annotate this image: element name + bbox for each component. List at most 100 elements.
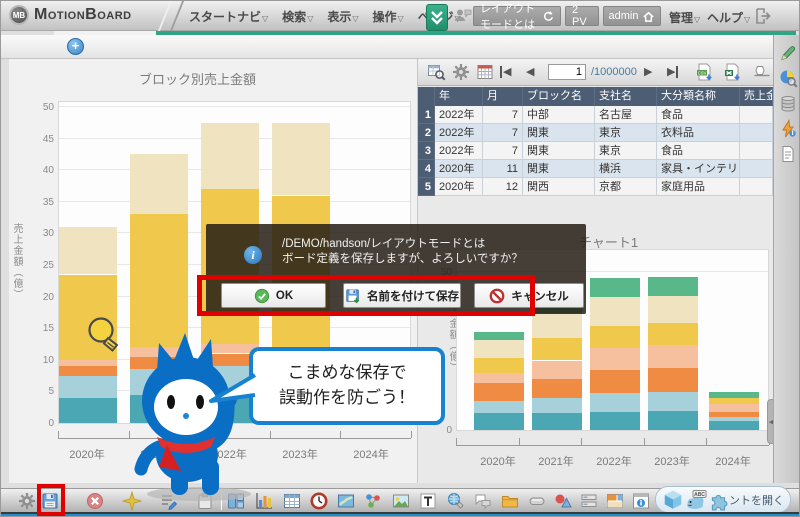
- menu-item-4[interactable]: 操作▽: [373, 8, 404, 25]
- bar-2024年-segment-2: [709, 417, 759, 421]
- bar-2021年-segment-5: [532, 338, 582, 360]
- admin-menu[interactable]: 管理▽: [669, 9, 700, 26]
- x-tick-label: 2020年: [473, 453, 523, 469]
- lightning-icon[interactable]: [778, 119, 798, 139]
- cell: 11: [483, 160, 523, 178]
- bar-2024年-segment-1: [709, 421, 759, 430]
- assistant-button[interactable]: ABC ントを開く: [655, 486, 791, 513]
- column-header-3: ブロック名: [523, 87, 595, 106]
- puzzle-icon: [708, 489, 730, 511]
- home-icon: [642, 10, 655, 23]
- y-tick-label: 15: [32, 323, 54, 334]
- bar-2021年-segment-6: [130, 154, 188, 214]
- prev-page-button[interactable]: ◀: [526, 65, 534, 79]
- bar-2020年-segment-1: [474, 413, 524, 430]
- gear-icon[interactable]: [451, 62, 471, 82]
- cell: 12: [483, 178, 523, 196]
- motionboard-window: MB MotionBoard スタートナビ▽検索▽表示▽操作▽ページ▽ レイアウ…: [0, 0, 800, 517]
- next-page-button[interactable]: ▶: [644, 65, 652, 79]
- assistant-label: ントを開く: [729, 492, 784, 508]
- panel-icon[interactable]: [605, 491, 625, 511]
- mb-logo-icon: MB: [9, 5, 29, 25]
- logout-icon[interactable]: [753, 6, 773, 26]
- menu-item-3[interactable]: 表示▽: [327, 8, 358, 25]
- column-header-2: 月: [483, 87, 523, 106]
- expand-toolbar-button[interactable]: [426, 4, 448, 31]
- folder-icon[interactable]: [500, 491, 520, 511]
- abc-cloud-icon: ABC: [684, 489, 708, 511]
- column-header-4: 支社名: [595, 87, 657, 106]
- clock-icon[interactable]: [309, 491, 329, 511]
- bar-2022年-segment-6: [201, 123, 259, 189]
- header-divider: [156, 0, 185, 35]
- menu-item-2[interactable]: 検索▽: [282, 8, 313, 25]
- gear-icon[interactable]: [17, 491, 37, 511]
- column-header-5: 大分類名称: [657, 87, 740, 106]
- x-tick-label: 2022年: [589, 453, 639, 469]
- cell: [740, 160, 773, 178]
- text-icon[interactable]: [418, 491, 438, 511]
- bar-2023年-segment-4: [648, 345, 698, 369]
- table-row-2[interactable]: 22022年7関東東京衣料品: [418, 124, 773, 142]
- comments-icon[interactable]: [473, 491, 493, 511]
- last-page-button[interactable]: ▶: [667, 65, 678, 79]
- document-icon[interactable]: [778, 144, 798, 164]
- table-row-1[interactable]: 12022年7中部名古屋食品: [418, 106, 773, 124]
- x-axis-tick: [340, 431, 341, 438]
- highlight-box-save-icon: [37, 484, 65, 516]
- database-icon[interactable]: [778, 94, 798, 114]
- link-icon[interactable]: [446, 491, 466, 511]
- cell: 関西: [523, 178, 595, 196]
- column-header-1: 年: [435, 87, 483, 106]
- page-number-input[interactable]: [548, 64, 586, 80]
- button-icon[interactable]: [527, 491, 547, 511]
- bar-2020年-segment-6: [59, 227, 117, 274]
- add-page-button[interactable]: +: [67, 38, 84, 55]
- page-tab-bar: +: [1, 35, 800, 59]
- table-row-3[interactable]: 32022年7関東東京食品: [418, 142, 773, 160]
- y-tick-label: 0: [430, 425, 452, 436]
- excel-icon[interactable]: [722, 62, 742, 82]
- cell: 7: [483, 106, 523, 124]
- bar-2021年-segment-4: [532, 361, 582, 380]
- image-icon[interactable]: [391, 491, 411, 511]
- cell: 2022年: [435, 124, 483, 142]
- pie-search-icon[interactable]: [778, 68, 798, 88]
- bar-2022年-segment-5: [590, 326, 640, 348]
- help-menu[interactable]: ヘルプ▽: [707, 9, 750, 26]
- mascot-character: [101, 331, 273, 503]
- map-icon[interactable]: [336, 491, 356, 511]
- table-icon[interactable]: [282, 491, 302, 511]
- table-row-4[interactable]: 42020年11関東横浜家具・インテリア: [418, 160, 773, 178]
- bar-2020年-segment-2: [474, 401, 524, 413]
- x-axis-tick: [411, 431, 412, 438]
- user-chat-icon[interactable]: [453, 6, 473, 26]
- user-account-button[interactable]: admin: [603, 6, 661, 26]
- bar-2023年-segment-3: [648, 368, 698, 392]
- layout-mode-button[interactable]: レイアウトモードとは: [473, 6, 561, 26]
- y-tick-label: 45: [32, 134, 54, 145]
- csv-icon[interactable]: CSV: [694, 62, 714, 82]
- slider-icon[interactable]: [752, 62, 772, 82]
- shapes-icon[interactable]: [553, 491, 573, 511]
- y-tick-label: 10: [32, 355, 54, 366]
- bar-2023年-segment-6: [648, 296, 698, 323]
- table-row-5[interactable]: 52020年12関西京都家庭用品: [418, 178, 773, 196]
- bar-2023年-segment-2: [648, 392, 698, 411]
- table-search-icon[interactable]: [426, 62, 446, 82]
- cell: 横浜: [595, 160, 657, 178]
- cell: 東京: [595, 124, 657, 142]
- pencil-icon[interactable]: [778, 43, 798, 63]
- first-page-button[interactable]: ◀: [500, 65, 511, 79]
- info-panel-icon[interactable]: [631, 491, 651, 511]
- left-chart-title: ブロック別売上金額: [139, 69, 256, 88]
- network-icon[interactable]: [363, 491, 383, 511]
- grid-icon[interactable]: [475, 62, 495, 82]
- x-axis-tick: [58, 431, 59, 438]
- y-tick-label: 35: [32, 197, 54, 208]
- total-pages-label: /1000000: [591, 66, 637, 78]
- x-tick-label: 2024年: [708, 453, 758, 469]
- rows-icon[interactable]: [579, 491, 599, 511]
- menu-item-1[interactable]: スタートナビ▽: [189, 8, 268, 25]
- cell: 東京: [595, 142, 657, 160]
